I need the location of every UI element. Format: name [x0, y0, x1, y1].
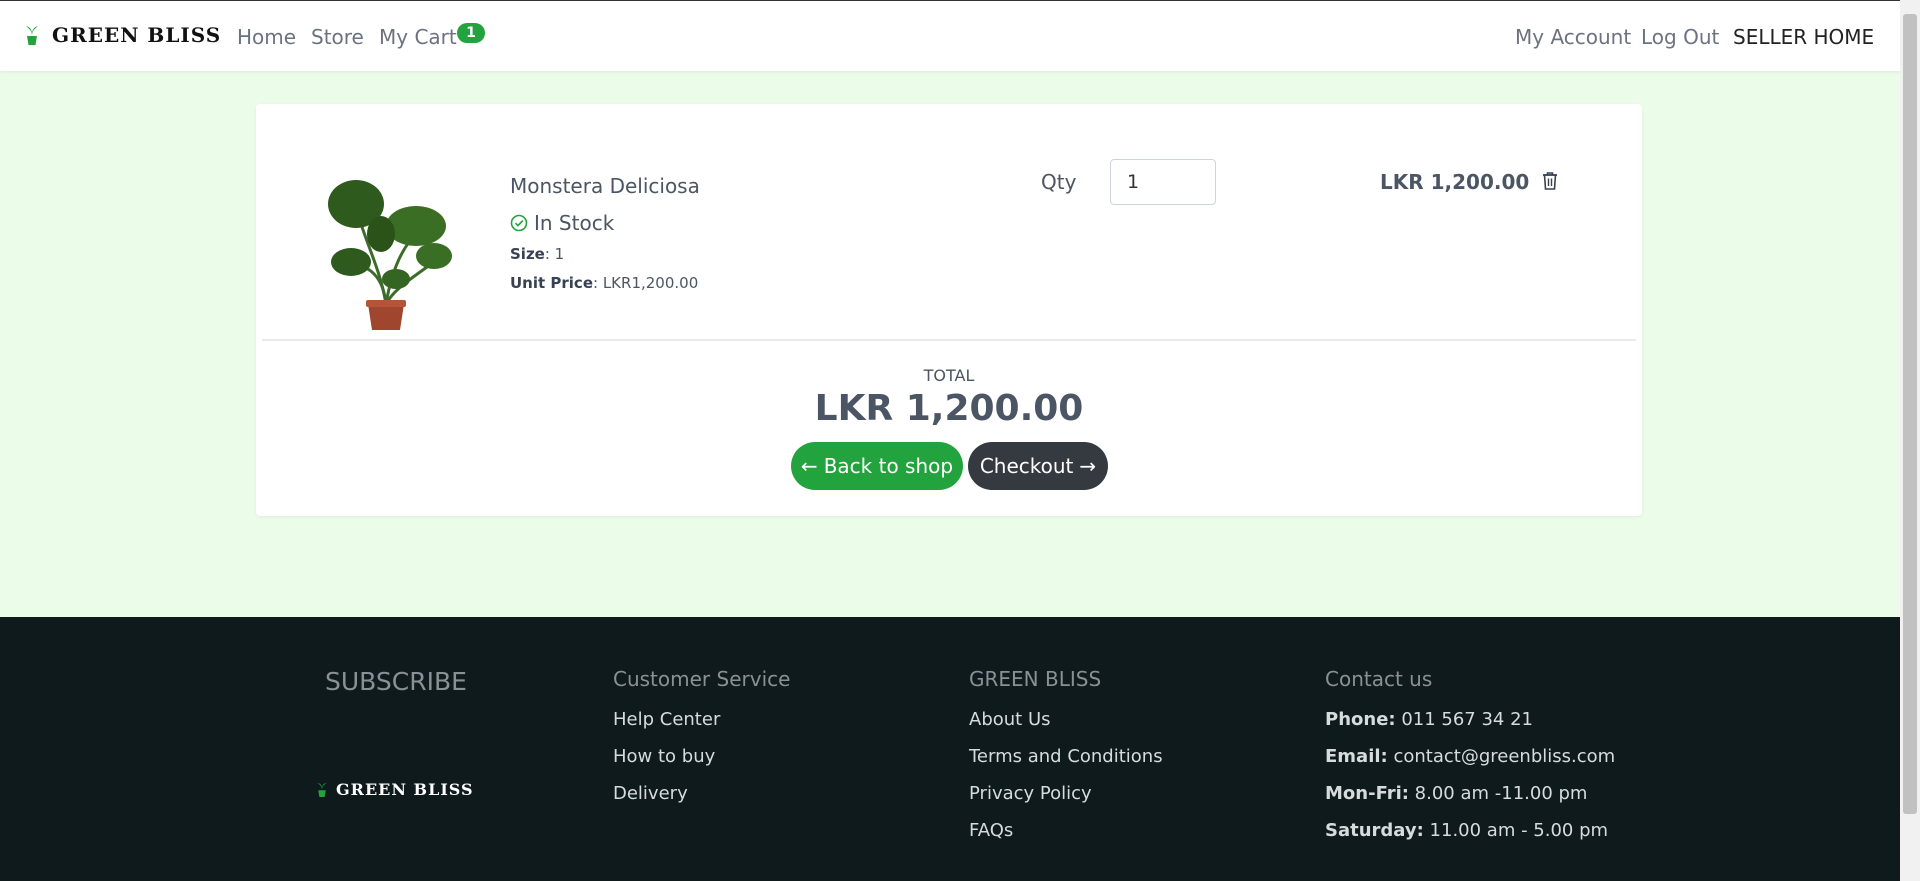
- product-name[interactable]: Monstera Deliciosa: [510, 174, 700, 198]
- contact-phone: Phone: 011 567 34 21: [1325, 709, 1533, 730]
- delivery-link[interactable]: Delivery: [613, 783, 688, 804]
- total-value: LKR 1,200.00: [814, 388, 1084, 429]
- quantity-input[interactable]: [1110, 159, 1216, 205]
- email-label: Email:: [1325, 746, 1388, 767]
- privacy-link[interactable]: Privacy Policy: [969, 783, 1092, 804]
- weekday-value: 8.00 am -11.00 pm: [1408, 783, 1588, 804]
- size-label: Size: [510, 245, 545, 263]
- green-bliss-heading: GREEN BLISS: [969, 667, 1102, 691]
- about-us-link[interactable]: About Us: [969, 709, 1051, 730]
- faqs-link[interactable]: FAQs: [969, 820, 1013, 841]
- nav-logout-link[interactable]: Log Out: [1641, 25, 1719, 49]
- back-to-shop-label: Back to shop: [823, 454, 954, 478]
- cart-divider: [262, 339, 1636, 341]
- unit-price-label: Unit Price: [510, 274, 593, 292]
- line-price: LKR 1,200.00: [1380, 170, 1530, 194]
- arrow-left-icon: ←: [800, 454, 818, 478]
- stock-status: In Stock: [510, 211, 614, 235]
- nav-seller-home-link[interactable]: SELLER HOME: [1733, 25, 1874, 49]
- cart-count-badge: 1: [457, 23, 485, 43]
- qty-label: Qty: [1041, 170, 1077, 194]
- footer: SUBSCRIBE GREEN BLISS Customer Service H…: [0, 617, 1900, 881]
- nav-store-link[interactable]: Store: [311, 25, 364, 49]
- how-to-buy-link[interactable]: How to buy: [613, 746, 715, 767]
- customer-service-heading: Customer Service: [613, 667, 791, 691]
- trash-icon[interactable]: [1540, 170, 1560, 192]
- total-label: TOTAL: [923, 366, 975, 385]
- subscribe-heading: SUBSCRIBE: [325, 667, 467, 696]
- unit-price-info: Unit Price: LKR1,200.00: [510, 274, 698, 292]
- saturday-label: Saturday:: [1325, 820, 1424, 841]
- checkout-label: Checkout: [979, 454, 1074, 478]
- nav-home-link[interactable]: Home: [237, 25, 296, 49]
- back-to-shop-button[interactable]: ← Back to shop: [791, 442, 963, 490]
- help-center-link[interactable]: Help Center: [613, 709, 720, 730]
- footer-brand-logo[interactable]: GREEN BLISS: [316, 780, 474, 799]
- cart-card: Monstera Deliciosa In Stock Size: 1 Unit…: [256, 104, 1642, 516]
- size-info: Size: 1: [510, 245, 564, 263]
- plant-pot-icon: [317, 782, 327, 797]
- phone-value: 011 567 34 21: [1395, 709, 1534, 730]
- contact-heading: Contact us: [1325, 667, 1433, 691]
- plant-pot-icon: [26, 26, 38, 45]
- contact-saturday-hours: Saturday: 11.00 am - 5.00 pm: [1325, 820, 1608, 841]
- product-image: [328, 180, 452, 330]
- phone-label: Phone:: [1325, 709, 1396, 730]
- unit-price-value: : LKR1,200.00: [593, 274, 699, 292]
- checkout-button[interactable]: Checkout →: [968, 442, 1108, 490]
- vertical-scrollbar[interactable]: [1900, 0, 1920, 881]
- scrollbar-thumb[interactable]: [1903, 14, 1917, 814]
- saturday-value: 11.00 am - 5.00 pm: [1423, 820, 1609, 841]
- nav-account-link[interactable]: My Account: [1515, 25, 1631, 49]
- brand-logo[interactable]: GREEN BLISS: [24, 23, 221, 47]
- terms-link[interactable]: Terms and Conditions: [969, 746, 1163, 767]
- top-navbar: GREEN BLISS Home Store My Cart 1 My Acco…: [0, 0, 1900, 71]
- brand-name: GREEN BLISS: [52, 23, 222, 47]
- email-value[interactable]: contact@greenbliss.com: [1388, 746, 1615, 767]
- nav-cart-link[interactable]: My Cart: [379, 25, 457, 49]
- footer-brand-name: GREEN BLISS: [336, 780, 474, 799]
- weekday-label: Mon-Fri:: [1325, 783, 1409, 804]
- stock-label: In Stock: [534, 211, 615, 235]
- contact-weekday-hours: Mon-Fri: 8.00 am -11.00 pm: [1325, 783, 1587, 804]
- contact-email: Email: contact@greenbliss.com: [1325, 746, 1615, 767]
- size-value: : 1: [544, 245, 565, 263]
- arrow-right-icon: →: [1079, 454, 1097, 478]
- check-circle-icon: [510, 214, 528, 232]
